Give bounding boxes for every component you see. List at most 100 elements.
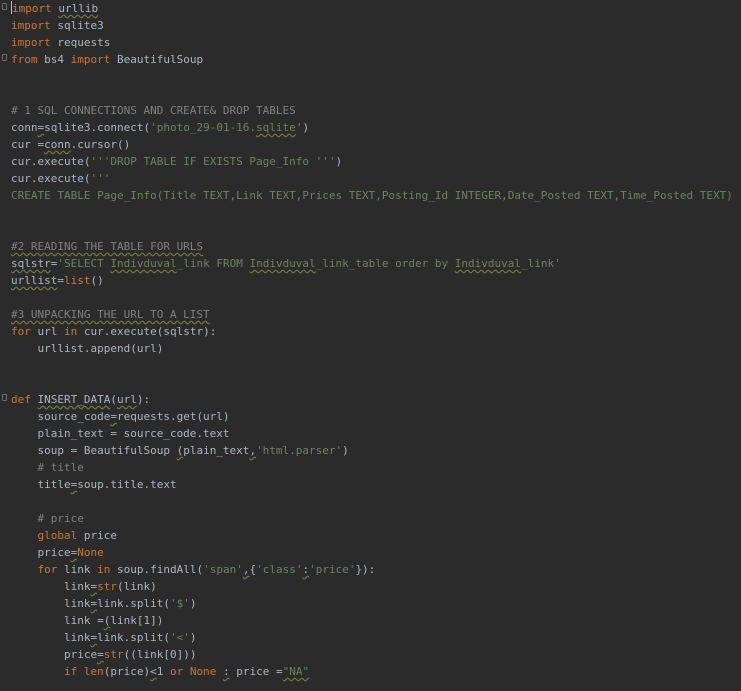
code-token: _link': [521, 257, 561, 270]
code-line[interactable]: from bs4 import BeautifulSoup: [11, 51, 733, 68]
code-token: 'html.parser': [256, 444, 343, 457]
code-line[interactable]: [11, 204, 733, 221]
code-line[interactable]: urllist=list(): [11, 272, 733, 289]
code-token: ): [189, 597, 197, 610]
code-token: _link FROM: [176, 257, 250, 270]
code-token: import: [12, 2, 52, 15]
code-token: #3 UNPACKING THE URL TO A LIST: [11, 308, 210, 321]
code-token: cur.execute(sqlstr):: [77, 325, 217, 338]
code-line[interactable]: for url in cur.execute(sqlstr):: [11, 323, 733, 340]
code-line[interactable]: [11, 68, 733, 85]
code-token: for: [37, 563, 58, 576]
code-token: urllib: [58, 2, 99, 15]
code-token: 'span': [203, 563, 243, 576]
code-token: bs4: [37, 53, 71, 66]
code-token: Indivduval: [454, 257, 521, 270]
code-token: (: [110, 393, 117, 406]
fold-gutter: [0, 0, 10, 691]
code-line[interactable]: source_code=requests.get(url): [11, 408, 733, 425]
code-line[interactable]: # 1 SQL CONNECTIONS AND CREATE& DROP TAB…: [11, 102, 733, 119]
code-line[interactable]: link=str(link): [11, 578, 733, 595]
code-token: import: [11, 36, 51, 49]
code-line[interactable]: link =(link[1]): [11, 612, 733, 629]
fold-marker-icon[interactable]: [2, 394, 7, 401]
code-token: url: [116, 393, 137, 406]
code-line[interactable]: if len(price)<1 or None : price ="NA": [11, 663, 733, 680]
code-line[interactable]: [11, 289, 733, 306]
code-line[interactable]: [11, 493, 733, 510]
code-token: # price: [11, 512, 84, 525]
code-line[interactable]: title=soup.title.text: [11, 476, 733, 493]
code-token: len: [83, 665, 104, 678]
code-token: price: [11, 546, 71, 559]
code-line[interactable]: import sqlite3: [11, 17, 733, 34]
code-line[interactable]: urllist.append(url): [11, 340, 733, 357]
code-line[interactable]: [11, 85, 733, 102]
code-line[interactable]: conn=sqlite3.connect('photo_29-01-16.sql…: [11, 119, 733, 136]
code-line[interactable]: price=None: [11, 544, 733, 561]
code-line[interactable]: cur.execute('''DROP TABLE IF EXISTS Page…: [11, 153, 733, 170]
code-line[interactable]: import requests: [11, 34, 733, 51]
code-line[interactable]: # title: [11, 459, 733, 476]
code-line[interactable]: soup = BeautifulSoup (plain_text,'html.p…: [11, 442, 733, 459]
code-token: link[1]): [110, 614, 164, 627]
code-token: or: [169, 665, 184, 678]
code-line[interactable]: link=link.split('<'): [11, 629, 733, 646]
code-line[interactable]: CREATE TABLE Page_Info(Title TEXT,Link T…: [11, 187, 733, 204]
code-token: price =: [229, 665, 283, 678]
code-line[interactable]: #2 READING THE TABLE FOR URLS: [11, 238, 733, 255]
code-token: <: [150, 665, 157, 678]
code-token: global: [37, 529, 78, 542]
code-token: def: [11, 393, 31, 406]
code-token: link: [57, 563, 98, 576]
code-token: urllist: [11, 274, 58, 287]
code-token: #2 READING THE TABLE FOR URLS: [11, 240, 204, 253]
code-token: ): [189, 631, 197, 644]
fold-marker-icon[interactable]: [2, 3, 7, 10]
code-line[interactable]: cur.execute(''': [11, 170, 733, 187]
code-line[interactable]: [11, 374, 733, 391]
code-token: import: [70, 53, 111, 66]
code-token: from: [11, 53, 38, 66]
code-token: conn: [44, 138, 71, 151]
code-line[interactable]: for link in soup.findAll('span',{'class'…: [11, 561, 733, 578]
code-token: "NA": [282, 665, 310, 678]
code-line[interactable]: plain_text = source_code.text: [11, 425, 733, 442]
code-token: Indivduval: [110, 257, 177, 270]
code-token: (price): [103, 665, 151, 678]
code-token: (link): [116, 580, 157, 593]
code-token: '<': [169, 631, 190, 644]
code-token: import: [11, 19, 51, 32]
code-token: str: [103, 648, 124, 661]
code-token: url: [30, 325, 64, 338]
code-line[interactable]: # price: [11, 510, 733, 527]
code-line[interactable]: sqlstr='SELECT Indivduval_link FROM Indi…: [11, 255, 733, 272]
code-line[interactable]: import urllib: [11, 0, 733, 17]
code-token: requests.get(url): [116, 410, 230, 423]
code-line[interactable]: price=str((link[0])): [11, 646, 733, 663]
code-token: price: [11, 648, 98, 661]
code-token: link: [11, 631, 91, 644]
code-token: sqlite3: [50, 19, 104, 32]
code-line[interactable]: def INSERT_DATA(url):: [11, 391, 733, 408]
code-token: list: [63, 274, 91, 287]
fold-marker-icon[interactable]: [2, 54, 7, 61]
code-token: }):: [355, 563, 376, 576]
code-token: for: [11, 325, 31, 338]
code-line[interactable]: [11, 357, 733, 374]
code-token: _link_table order by: [315, 257, 455, 270]
code-token: requests: [50, 36, 111, 49]
code-line[interactable]: link=link.split('$'): [11, 595, 733, 612]
code-token: plain_text: [183, 444, 250, 457]
code-line[interactable]: cur =conn.cursor(): [11, 136, 733, 153]
code-token: 'photo_29-01-16.: [150, 121, 257, 134]
code-line[interactable]: global price: [11, 527, 733, 544]
code-token: link: [11, 597, 91, 610]
code-line[interactable]: #3 UNPACKING THE URL TO A LIST: [11, 306, 733, 323]
code-lines[interactable]: import urllib import sqlite3 import reques…: [11, 0, 733, 680]
code-line[interactable]: [11, 221, 733, 238]
code-editor[interactable]: import urllib import sqlite3 import reques…: [0, 0, 741, 691]
